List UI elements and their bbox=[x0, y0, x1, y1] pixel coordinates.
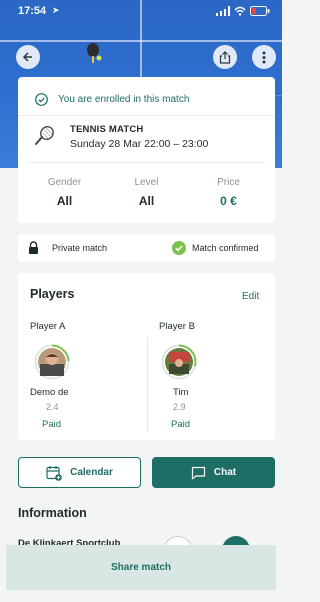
filter-value: All bbox=[56, 194, 73, 208]
avatar[interactable] bbox=[161, 344, 197, 380]
match-type: TENNIS MATCH bbox=[70, 124, 144, 135]
edit-players-link[interactable]: Edit bbox=[242, 291, 259, 302]
chat-button-label: Chat bbox=[213, 467, 237, 478]
players-card: Players Edit Player A Demo de 2.4 Paid P… bbox=[18, 273, 275, 440]
check-circle-icon bbox=[35, 93, 48, 106]
players-title: Players bbox=[30, 287, 75, 301]
chat-bubble-icon bbox=[191, 466, 205, 479]
price-value: 0 € bbox=[220, 194, 237, 208]
match-datetime: Sunday 28 Mar 22:00 – 23:00 bbox=[70, 138, 209, 150]
more-vertical-icon bbox=[262, 51, 266, 63]
confirmed-check-icon bbox=[172, 241, 186, 255]
information-title: Information bbox=[18, 506, 87, 520]
team-divider bbox=[147, 337, 148, 432]
calendar-add-icon bbox=[46, 465, 62, 481]
player-b-payment-status: Paid bbox=[171, 419, 191, 430]
player-a-payment-status: Paid bbox=[42, 419, 62, 430]
player-a-name: Demo de bbox=[30, 387, 69, 398]
status-bar: 17:54 ➤ bbox=[0, 0, 282, 22]
share-match-button[interactable]: Share match bbox=[6, 545, 276, 590]
arrow-left-icon bbox=[22, 52, 32, 62]
player-b-level: 2.9 bbox=[173, 402, 186, 412]
more-options-button[interactable] bbox=[252, 45, 276, 69]
match-confirmed-status: Match confirmed bbox=[192, 243, 259, 253]
privacy-row: Private match Match confirmed bbox=[18, 234, 275, 262]
player-b-label: Player B bbox=[159, 321, 195, 332]
player-b-name: Tim bbox=[173, 387, 189, 398]
calendar-button-label: Calendar bbox=[70, 467, 113, 478]
tennis-racket-icon bbox=[35, 126, 54, 145]
player-a-label: Player A bbox=[30, 321, 66, 332]
filter-label: Price bbox=[217, 177, 240, 188]
battery-low-icon bbox=[250, 6, 270, 16]
signal-icon bbox=[216, 6, 230, 16]
calendar-button[interactable]: Calendar bbox=[18, 457, 141, 488]
share-icon bbox=[219, 50, 231, 64]
filter-gender: Gender All bbox=[18, 177, 111, 208]
player-a-level: 2.4 bbox=[46, 402, 59, 412]
back-button[interactable] bbox=[16, 45, 40, 69]
location-arrow-icon: ➤ bbox=[52, 5, 60, 15]
enrolled-message: You are enrolled in this match bbox=[58, 94, 190, 105]
avatar[interactable] bbox=[34, 344, 70, 380]
filter-label: Level bbox=[134, 177, 159, 188]
chat-button[interactable]: Chat bbox=[152, 457, 275, 488]
wifi-icon bbox=[234, 6, 246, 16]
share-button[interactable] bbox=[213, 45, 237, 69]
lock-icon bbox=[29, 241, 38, 254]
filter-value: All bbox=[138, 194, 155, 208]
status-time: 17:54 bbox=[18, 5, 47, 17]
match-card: You are enrolled in this match TENNIS MA… bbox=[18, 77, 275, 223]
filter-label: Gender bbox=[47, 177, 82, 188]
racket-illustration bbox=[87, 43, 102, 63]
share-match-label: Share match bbox=[110, 562, 172, 573]
filter-price: Price 0 € bbox=[182, 177, 275, 208]
filter-level: Level All bbox=[100, 177, 193, 208]
private-match-label: Private match bbox=[52, 243, 108, 253]
